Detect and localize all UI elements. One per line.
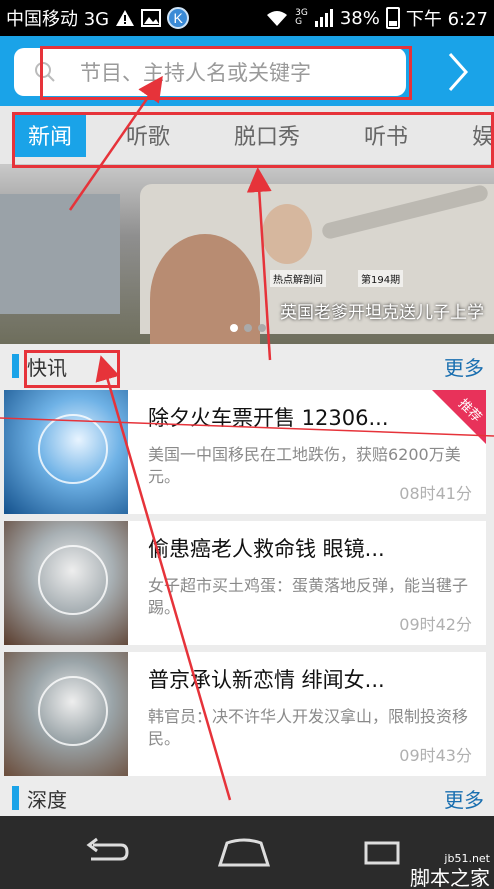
section-news-flash: 快讯 更多 xyxy=(0,346,494,386)
carrier-label: 中国移动 3G xyxy=(6,9,110,30)
news-time: 09时43分 xyxy=(399,746,472,765)
carousel-dot xyxy=(230,324,238,332)
chevron-right-icon xyxy=(448,53,469,91)
banner-building xyxy=(0,194,120,314)
warning-icon xyxy=(116,10,135,26)
battery-percent: 38% xyxy=(339,7,380,29)
banner-tag: 热点解剖间 xyxy=(270,270,326,287)
recent-apps-button[interactable] xyxy=(352,834,412,870)
watermark-site: 脚本之家 xyxy=(410,866,490,889)
carousel-dot xyxy=(244,324,252,332)
signal-icon xyxy=(314,9,333,27)
app-k-icon: K xyxy=(167,7,190,29)
tab-news[interactable]: 新闻 xyxy=(14,113,87,157)
news-time: 09时42分 xyxy=(399,615,472,634)
forward-button[interactable] xyxy=(438,48,478,96)
news-item[interactable]: 普京承认新恋情 绯闻女... 韩官员：决不许华人开发汉拿山，限制投资移民。 09… xyxy=(4,652,486,776)
search-icon xyxy=(35,62,55,82)
header: 节目、主持人名或关键字 xyxy=(0,36,494,106)
section-marker xyxy=(12,354,19,378)
tab-audiobook[interactable]: 听书 xyxy=(354,113,418,157)
clock: 下午 6:27 xyxy=(405,9,488,30)
search-placeholder: 节目、主持人名或关键字 xyxy=(80,61,311,85)
category-tabs: 新闻 听歌 脱口秀 听书 娱 xyxy=(0,106,494,164)
section-marker xyxy=(12,786,19,810)
section-depth: 深度 更多 xyxy=(0,778,494,818)
section-title: 深度 xyxy=(27,787,67,812)
home-button[interactable] xyxy=(214,834,274,870)
tab-entertainment[interactable]: 娱 xyxy=(462,113,494,157)
news-title: 除夕火车票开售 12306... xyxy=(148,406,389,430)
featured-banner[interactable]: 热点解剖间 第194期 英国老爹开坦克送儿子上学 xyxy=(0,164,494,344)
news-item[interactable]: 除夕火车票开售 12306... 美国一中国移民在工地跌伤，获赔6200万美元。… xyxy=(4,390,486,514)
tab-music[interactable]: 听歌 xyxy=(116,113,180,157)
news-title: 普京承认新恋情 绯闻女... xyxy=(148,668,385,692)
home-icon xyxy=(217,838,271,867)
news-time: 08时41分 xyxy=(399,484,472,503)
more-link[interactable]: 更多 xyxy=(444,352,484,381)
news-thumbnail xyxy=(4,521,128,645)
more-link[interactable]: 更多 xyxy=(444,784,484,813)
news-thumbnail xyxy=(4,390,128,514)
recent-apps-icon xyxy=(364,841,400,865)
globe-image xyxy=(38,545,108,615)
back-button[interactable] xyxy=(76,834,136,870)
carousel-dot xyxy=(258,324,266,332)
news-item[interactable]: 偷患癌老人救命钱 眼镜... 女子超市买土鸡蛋：蛋黄落地反弹，能当毽子踢。 09… xyxy=(4,521,486,645)
carousel-indicator xyxy=(230,324,266,332)
section-title: 快讯 xyxy=(27,355,67,380)
globe-image xyxy=(38,676,108,746)
recommend-badge: 推荐 xyxy=(432,390,486,444)
tab-talkshow[interactable]: 脱口秀 xyxy=(224,113,310,157)
image-icon xyxy=(141,9,162,27)
news-thumbnail xyxy=(4,652,128,776)
network-type: 3G G xyxy=(295,8,308,27)
banner-issue: 第194期 xyxy=(358,270,404,287)
news-title: 偷患癌老人救命钱 眼镜... xyxy=(148,537,385,561)
status-bar: 中国移动 3G K 3G G 38% 下午 6:27 xyxy=(0,0,494,36)
search-input[interactable]: 节目、主持人名或关键字 xyxy=(14,48,406,96)
banner-child xyxy=(262,204,312,264)
globe-image xyxy=(38,414,108,484)
banner-caption: 英国老爹开坦克送儿子上学 xyxy=(280,303,484,323)
back-icon xyxy=(86,837,129,861)
battery-icon xyxy=(385,7,400,29)
wifi-icon xyxy=(267,11,288,26)
